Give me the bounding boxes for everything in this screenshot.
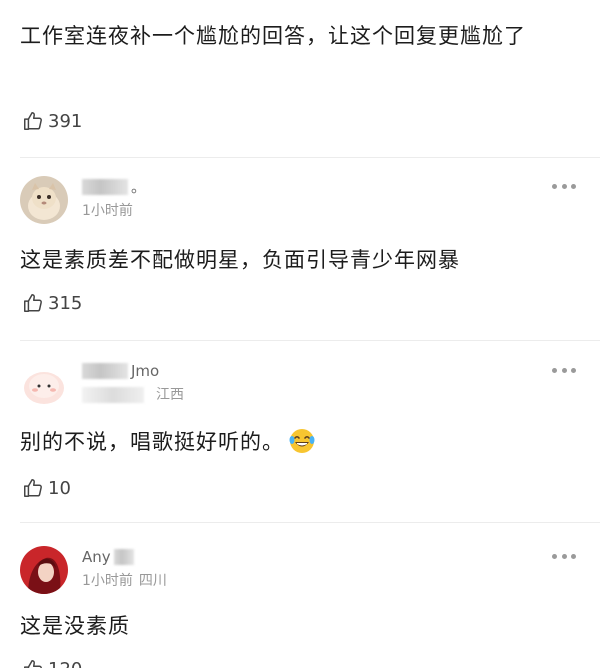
thumbs-up-icon bbox=[24, 112, 42, 130]
comment-time: 1小时前 bbox=[82, 573, 133, 589]
username-text: 。 bbox=[131, 178, 147, 196]
thumbs-up-icon bbox=[24, 660, 42, 668]
username[interactable]: Jmo bbox=[82, 362, 159, 380]
comment-meta: 1小时前 bbox=[82, 202, 139, 220]
divider bbox=[20, 157, 600, 158]
like-button[interactable]: 120 bbox=[22, 656, 82, 668]
like-count: 10 bbox=[48, 477, 71, 499]
comment-top: 工作室连夜补一个尴尬的回答，让这个回复更尴尬了 391 bbox=[0, 0, 600, 157]
comment-meta: 江西 bbox=[82, 386, 184, 404]
more-dots-icon[interactable] bbox=[552, 182, 576, 190]
comment-time: 1小时前 bbox=[82, 203, 133, 219]
like-count: 391 bbox=[48, 110, 83, 132]
divider bbox=[20, 522, 600, 523]
comment-header: 。 1小时前 bbox=[20, 170, 600, 230]
comment-meta: 1小时前 四川 bbox=[82, 572, 167, 590]
comment-text: 这是没素质 bbox=[20, 614, 130, 638]
comment-location: 江西 bbox=[156, 387, 184, 403]
thumbs-up-icon bbox=[24, 479, 42, 497]
username-text: Jmo bbox=[131, 362, 160, 380]
more-dots-icon[interactable] bbox=[552, 366, 576, 374]
thumbs-up-icon bbox=[24, 294, 42, 312]
like-button[interactable]: 315 bbox=[22, 290, 82, 316]
username-redaction bbox=[82, 179, 128, 195]
comment-item: Any 1小时前 四川 这是没素质 120 bbox=[0, 540, 600, 668]
username-redaction bbox=[82, 363, 128, 379]
comment-text: 别的不说，唱歌挺好听的。 bbox=[20, 426, 580, 464]
avatar[interactable] bbox=[20, 546, 68, 594]
avatar[interactable] bbox=[20, 360, 68, 408]
meta-redaction bbox=[82, 387, 144, 403]
grinning-tears-emoji bbox=[288, 427, 316, 464]
like-count: 120 bbox=[48, 659, 82, 668]
comment-header: Any 1小时前 四川 bbox=[20, 540, 600, 600]
like-button[interactable]: 10 bbox=[22, 475, 71, 501]
comment-location: 四川 bbox=[138, 573, 167, 589]
comment-text-body: 别的不说，唱歌挺好听的。 bbox=[20, 430, 284, 454]
comment-text: 工作室连夜补一个尴尬的回答，让这个回复更尴尬了 bbox=[20, 24, 526, 48]
username-redaction bbox=[113, 549, 134, 565]
username[interactable]: Any bbox=[82, 548, 137, 566]
username[interactable]: 。 bbox=[82, 178, 146, 196]
comment-feed: 工作室连夜补一个尴尬的回答，让这个回复更尴尬了 391 。 1小时前 这是素质差… bbox=[0, 0, 600, 668]
avatar[interactable] bbox=[20, 176, 68, 224]
like-button[interactable]: 391 bbox=[22, 108, 82, 134]
comment-item: 。 1小时前 这是素质差不配做明星，负面引导青少年网暴 315 bbox=[0, 170, 600, 338]
comment-header: Jmo 江西 bbox=[20, 354, 600, 414]
like-count: 315 bbox=[48, 292, 83, 314]
username-text: Any bbox=[82, 548, 111, 566]
comment-item: Jmo 江西 别的不说，唱歌挺好听的。 10 bbox=[0, 354, 600, 522]
more-dots-icon[interactable] bbox=[552, 552, 576, 560]
divider bbox=[20, 340, 600, 341]
comment-text: 这是素质差不配做明星，负面引导青少年网暴 bbox=[20, 248, 460, 272]
